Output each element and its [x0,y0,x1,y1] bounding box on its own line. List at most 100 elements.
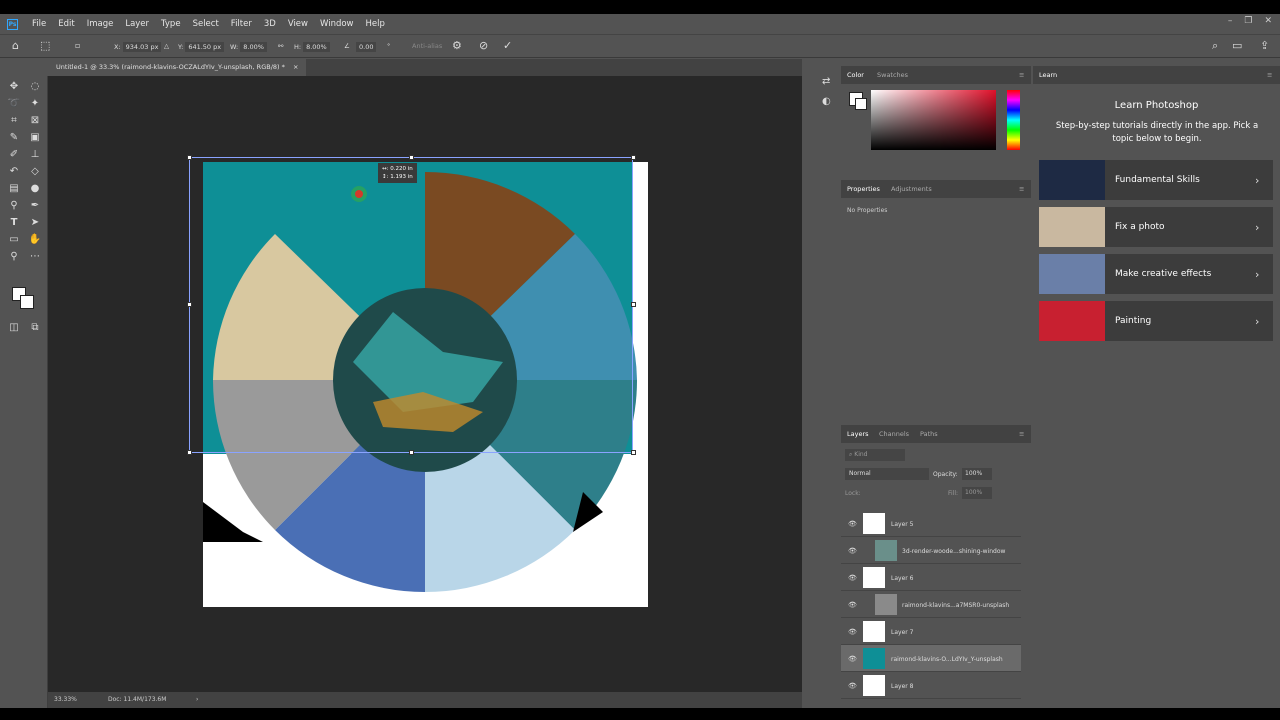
layer-filter-kind[interactable]: ⌕ Kind [845,449,905,461]
more-tools-icon[interactable]: ⋯ [28,250,42,264]
share-icon[interactable]: ⇪ [1260,39,1269,52]
transform-handle[interactable] [631,155,636,160]
angle-field[interactable]: 0.00 [354,42,377,52]
adjustments-panel-icon[interactable]: ◐ [822,96,831,107]
blur-tool-icon[interactable]: ● [28,182,42,196]
learn-card-painting[interactable]: Painting › [1039,301,1273,341]
healing-brush-icon[interactable]: ▣ [28,131,42,145]
quick-mask-icon[interactable]: ◫ [7,321,21,335]
visibility-eye-icon[interactable]: 👁 [848,655,857,663]
menu-type[interactable]: Type [155,19,187,29]
layer-row[interactable]: 👁 Layer 7 [841,618,1021,645]
transform-handle[interactable] [409,155,414,160]
opacity-field[interactable]: 100% [962,468,992,480]
layer-row[interactable]: 👁 raimond-klavins...a7MSR0-unsplash [841,591,1021,618]
menu-file[interactable]: File [26,19,52,29]
transform-handle[interactable] [631,302,636,307]
menu-window[interactable]: Window [314,19,360,29]
x-field[interactable]: X: 934.03 px [114,42,162,52]
blend-mode-select[interactable]: Normal [845,468,929,480]
frame-tool-icon[interactable]: ⊠ [28,114,42,128]
panel-menu-icon[interactable]: ≡ [1019,185,1024,193]
fill-field[interactable]: 100% [962,487,992,499]
visibility-eye-icon[interactable]: 👁 [848,574,857,582]
dodge-tool-icon[interactable]: ⚲ [7,199,21,213]
eraser-tool-icon[interactable]: ◇ [28,165,42,179]
home-icon[interactable]: ⌂ [12,39,19,52]
layer-name[interactable]: Layer 6 [891,575,913,582]
transform-handle[interactable] [187,302,192,307]
visibility-eye-icon[interactable]: 👁 [848,601,857,609]
menu-image[interactable]: Image [81,19,120,29]
tab-channels[interactable]: Channels [879,430,909,438]
tab-properties[interactable]: Properties [847,185,880,193]
layer-row[interactable]: 👁 3d-render-woode...shining-window [841,537,1021,564]
status-menu-arrow-icon[interactable]: › [196,696,198,703]
color-picker-field[interactable] [871,90,996,150]
y-field[interactable]: Y: 641.50 px [178,42,225,52]
close-icon[interactable]: ✕ [1264,16,1272,26]
tab-paths[interactable]: Paths [920,430,938,438]
layer-row-selected[interactable]: 👁 raimond-klavins-O...LdYIv_Y-unsplash [841,645,1021,672]
document-tab-close-icon[interactable]: × [293,63,298,71]
menu-layer[interactable]: Layer [119,19,155,29]
cancel-icon[interactable]: ⊘ [479,39,488,52]
hand-tool-icon[interactable]: ✋ [28,233,42,247]
layer-row[interactable]: 👁 Layer 5 [841,510,1021,537]
learn-card-fix-a-photo[interactable]: Fix a photo › [1039,207,1273,247]
menu-help[interactable]: Help [360,19,391,29]
tab-learn[interactable]: Learn [1039,71,1057,79]
path-selection-icon[interactable]: ➤ [28,216,42,230]
link-icon[interactable]: ⚯ [278,42,283,50]
transform-handle[interactable] [631,450,636,455]
type-tool-icon[interactable]: T [7,216,21,230]
history-panel-icon[interactable]: ⇄ [822,76,830,87]
panel-menu-icon[interactable]: ≡ [1019,71,1024,79]
layer-row[interactable]: 👁 Layer 6 [841,564,1021,591]
layer-name[interactable]: 3d-render-woode...shining-window [902,548,1005,555]
panel-menu-icon[interactable]: ≡ [1267,71,1272,79]
eyedropper-icon[interactable]: ✎ [7,131,21,145]
document-tab[interactable]: Untitled-1 @ 33.3% (raimond-klavins-OCZA… [48,59,307,76]
gradient-tool-icon[interactable]: ▤ [7,182,21,196]
tab-layers[interactable]: Layers [847,430,869,438]
layer-name[interactable]: Layer 8 [891,683,913,690]
color-bg-swatch[interactable] [855,98,867,110]
marquee-tool-icon[interactable]: ◌ [28,80,42,94]
transform-bounding-box[interactable] [189,157,633,453]
stamp-tool-icon[interactable]: ⊥ [28,148,42,162]
hue-slider[interactable] [1007,90,1020,150]
background-color-swatch[interactable] [20,295,34,309]
workspace-icon[interactable]: ▭ [1232,39,1242,52]
crop-tool-icon[interactable]: ⌗ [7,114,21,128]
transform-handle[interactable] [187,450,192,455]
tab-adjustments[interactable]: Adjustments [891,185,932,193]
warp-icon[interactable]: ⚙ [452,39,462,52]
layer-name[interactable]: Layer 7 [891,629,913,636]
zoom-tool-icon[interactable]: ⚲ [7,250,21,264]
panel-menu-icon[interactable]: ≡ [1019,430,1024,438]
transform-handle[interactable] [409,450,414,455]
transform-tool-icon[interactable]: ⬚ [40,39,50,52]
commit-icon[interactable]: ✓ [503,39,512,52]
width-field[interactable]: W: 8.00% [230,42,267,52]
relative-position-icon[interactable]: △ [164,42,169,50]
reference-point-icon[interactable]: ▫ [75,41,80,50]
zoom-level[interactable]: 33.33% [54,696,77,703]
visibility-eye-icon[interactable]: 👁 [848,547,857,555]
screen-mode-icon[interactable]: ⧉ [28,321,42,335]
history-brush-icon[interactable]: ↶ [7,165,21,179]
search-icon[interactable]: ⌕ [1212,39,1218,53]
visibility-eye-icon[interactable]: 👁 [848,628,857,636]
shape-tool-icon[interactable]: ▭ [7,233,21,247]
layer-name[interactable]: raimond-klavins-O...LdYIv_Y-unsplash [891,656,1003,663]
menu-edit[interactable]: Edit [52,19,80,29]
visibility-eye-icon[interactable]: 👁 [848,520,857,528]
layer-row[interactable]: 👁 Layer 8 [841,672,1021,699]
learn-card-make-creative-effects[interactable]: Make creative effects › [1039,254,1273,294]
menu-3d[interactable]: 3D [258,19,282,29]
minimize-icon[interactable]: – [1228,16,1233,26]
move-tool-icon[interactable]: ✥ [7,80,21,94]
restore-icon[interactable]: ❐ [1244,16,1252,26]
transform-handle[interactable] [187,155,192,160]
